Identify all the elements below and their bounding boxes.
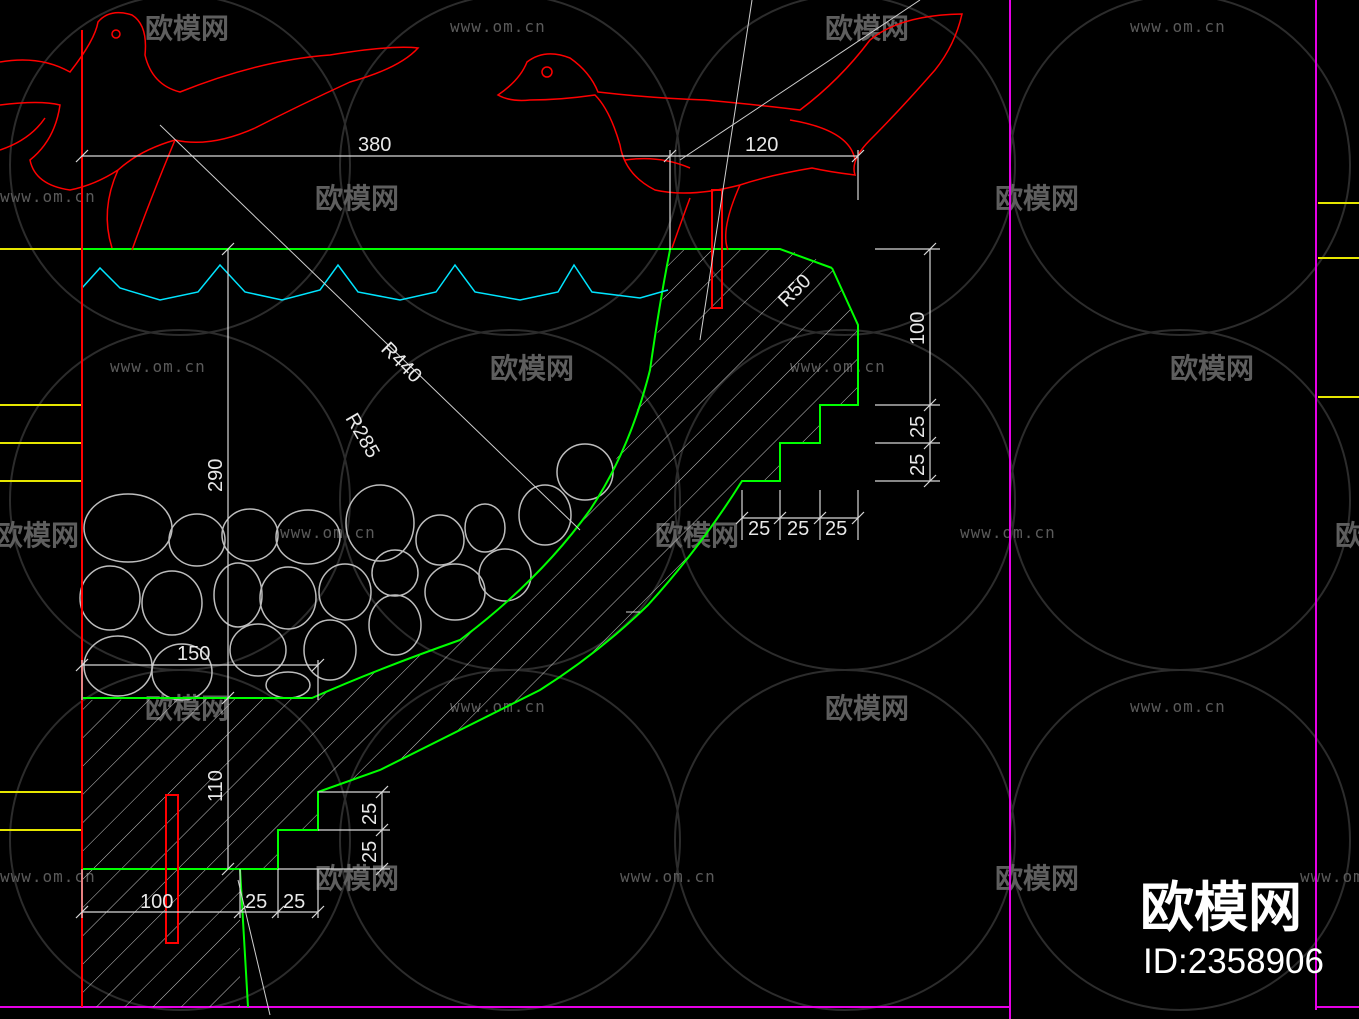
watermark-brand: 欧模网 [1170, 352, 1254, 385]
watermark-brand: 欧模网 [825, 12, 909, 45]
watermark-brand: 欧模网 [315, 862, 399, 895]
watermark-site: www.om.cn [280, 523, 376, 542]
dim-pebble-width: 150 [177, 643, 210, 665]
watermark-site: www.om.cn [450, 17, 546, 36]
watermark-site: www.om.cn [110, 357, 206, 376]
dim-radius-outer: R440 [376, 338, 425, 387]
bird-right [496, 13, 963, 251]
watermark-brand: 欧模网 [490, 352, 574, 385]
dim-lower-height: 110 [205, 770, 227, 802]
watermark-brand: 欧模网 [995, 182, 1079, 215]
cad-drawing: www.om.cn www.om.cn www.om.cn www.om.cn … [0, 0, 1359, 1019]
dim-base-step-1: 25 [245, 891, 267, 913]
dim-bottom-step-1: 25 [748, 518, 770, 540]
watermark-site: www.om.cn [960, 523, 1056, 542]
watermark-site: www.om.cn [1130, 697, 1226, 716]
dim-bottom-step-2: 25 [787, 518, 809, 540]
dim-bottom-step-3: 25 [825, 518, 847, 540]
watermark-brand: 欧模网 [145, 12, 229, 45]
dim-lower-step-1: 25 [359, 803, 381, 825]
watermark-brand: 欧模网 [825, 692, 909, 725]
dim-right-height: 100 [907, 312, 929, 345]
watermark-site: www.om.cn [1300, 867, 1359, 886]
watermark-brand: 欧模网 [1335, 519, 1359, 552]
dim-top-right: 120 [745, 134, 778, 156]
dim-base-step-2: 25 [283, 891, 305, 913]
watermark-brand: 欧模网 [0, 519, 79, 552]
watermark-site: www.om.cn [1130, 17, 1226, 36]
watermark-brand: 欧模网 [315, 182, 399, 215]
dim-right-step-2: 25 [907, 454, 929, 476]
logo-id: ID:2358906 [1143, 942, 1324, 981]
dim-left-height: 290 [205, 459, 227, 492]
dim-right-step-1: 25 [907, 416, 929, 438]
watermark-brand: 欧模网 [995, 862, 1079, 895]
dim-base-width: 100 [140, 891, 173, 913]
dim-top-width: 380 [358, 134, 391, 156]
watermark-site: www.om.cn [620, 867, 716, 886]
logo-brand: 欧模网 [1140, 876, 1302, 939]
dim-lower-step-2: 25 [359, 841, 381, 863]
water-line [81, 263, 669, 301]
